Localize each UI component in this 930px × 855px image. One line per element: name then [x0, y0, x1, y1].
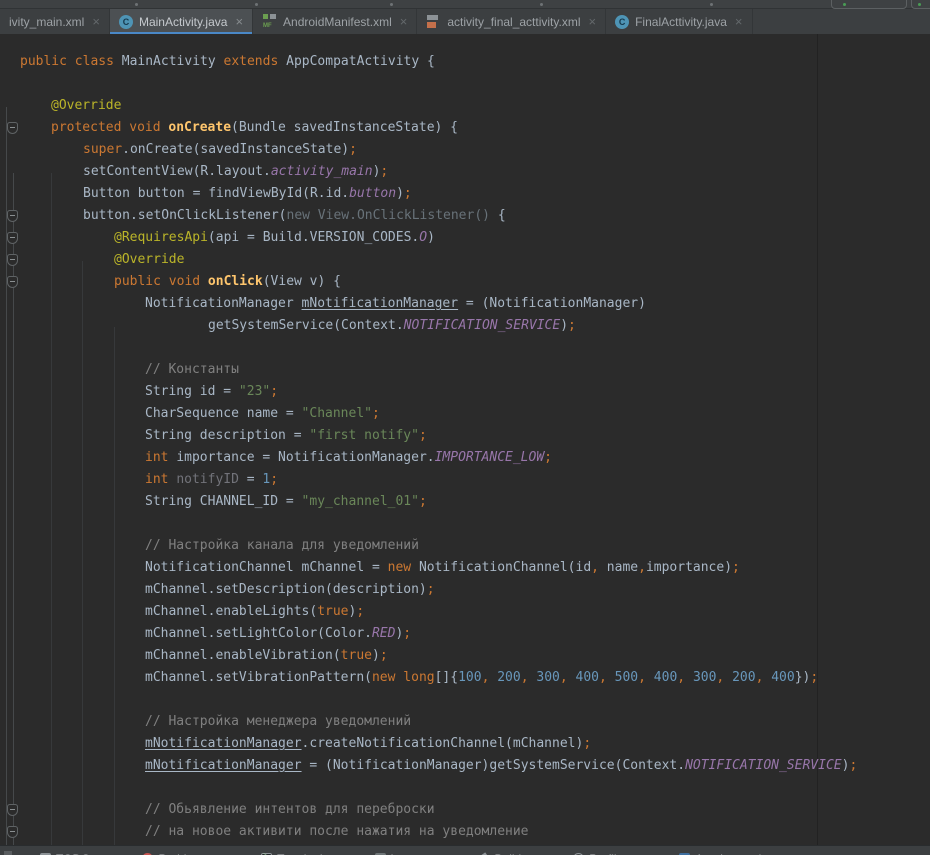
tab-label: activity_final_acttivity.xml	[447, 15, 580, 29]
tool-window-button-build[interactable]: Build	[479, 852, 522, 855]
code-line: String id = "23";	[0, 381, 930, 403]
fold-collapse-icon[interactable]	[7, 210, 18, 222]
code-line: public void onClick(View v) {	[0, 271, 930, 293]
tab-close-icon[interactable]: ×	[92, 15, 100, 28]
tab-close-icon[interactable]: ×	[400, 15, 408, 28]
code-line	[0, 777, 930, 799]
tab-close-icon[interactable]: ×	[235, 15, 243, 28]
editor-tab-activity-final-acttivity-xml[interactable]: activity_final_acttivity.xml ×	[417, 9, 606, 34]
code-line: @Override	[0, 249, 930, 271]
tool-window-button-problems[interactable]: Problems	[142, 852, 209, 855]
code-line: button.setOnClickListener(new View.OnCli…	[0, 205, 930, 227]
code-line: String CHANNEL_ID = "my_channel_01";	[0, 491, 930, 513]
toolbar-icon-fragment	[710, 3, 713, 6]
code-line: mNotificationManager.createNotificationC…	[0, 733, 930, 755]
code-line: @RequiresApi(api = Build.VERSION_CODES.O…	[0, 227, 930, 249]
main-toolbar-strip	[0, 0, 930, 9]
tool-window-button-app-inspection[interactable]: App Inspection	[679, 852, 774, 855]
code-line: mChannel.enableVibration(true);	[0, 645, 930, 667]
code-line: int importance = NotificationManager.IMP…	[0, 447, 930, 469]
editor-tab-ivity-main-xml[interactable]: ivity_main.xml ×	[0, 9, 110, 34]
code-line: int notifyID = 1;	[0, 469, 930, 491]
manifest-icon	[262, 14, 277, 29]
tool-window-icon-fragment	[4, 851, 12, 855]
code-line: // Константы	[0, 359, 930, 381]
code-editor[interactable]: public class MainActivity extends AppCom…	[0, 34, 930, 845]
code-line: mChannel.setVibrationPattern(new long[]{…	[0, 667, 930, 689]
fold-collapse-icon[interactable]	[7, 232, 18, 244]
code-line: String description = "first notify";	[0, 425, 930, 447]
tool-window-label: Build	[495, 852, 522, 855]
code-line: // Обьявление интентов для переброски	[0, 799, 930, 821]
code-line: // Настройка менеджера уведомлений	[0, 711, 930, 733]
code-line: Button button = findViewById(R.id.button…	[0, 183, 930, 205]
code-line: // Настройка канала для уведомлений	[0, 535, 930, 557]
run-icon	[843, 3, 846, 6]
layout-xml-icon	[426, 14, 441, 29]
code-line: mChannel.enableLights(true);	[0, 601, 930, 623]
code-line	[0, 513, 930, 535]
tool-window-button-logcat[interactable]: Logcat	[375, 852, 427, 855]
fold-collapse-icon[interactable]	[7, 276, 18, 288]
code-line: mNotificationManager = (NotificationMana…	[0, 755, 930, 777]
class-icon: C	[119, 15, 133, 29]
tool-window-label: Profiler	[589, 852, 627, 855]
code-line	[0, 337, 930, 359]
editor-tab-finalacttivity-java[interactable]: C FinalActtivity.java ×	[606, 9, 752, 34]
tool-window-label: TODO	[56, 852, 90, 855]
fold-collapse-icon[interactable]	[7, 804, 18, 816]
code-line	[0, 73, 930, 95]
code-line: @Override	[0, 95, 930, 117]
tool-window-button-terminal[interactable]: Terminal	[261, 852, 322, 855]
tab-label: FinalActtivity.java	[635, 15, 727, 29]
fold-collapse-icon[interactable]	[7, 254, 18, 266]
toolbar-icon-fragment	[255, 3, 258, 6]
code-line	[0, 689, 930, 711]
toolbar-icon-fragment	[390, 3, 393, 6]
editor-tab-mainactivity-java[interactable]: C MainActivity.java ×	[110, 9, 253, 34]
tool-window-bar: TODO Problems Terminal Logcat Build Profiler A…	[0, 845, 930, 855]
fold-collapse-icon[interactable]	[7, 122, 18, 134]
code-line: public class MainActivity extends AppCom…	[0, 51, 930, 73]
fold-collapse-icon[interactable]	[7, 826, 18, 838]
toolbar-icon-fragment	[540, 3, 543, 6]
tab-label: ivity_main.xml	[9, 15, 84, 29]
code-line: super.onCreate(savedInstanceState);	[0, 139, 930, 161]
tool-window-button-todo[interactable]: TODO	[40, 852, 90, 855]
tool-window-label: Logcat	[391, 852, 427, 855]
tool-window-label: Problems	[158, 852, 209, 855]
code-line: mChannel.setLightColor(Color.RED);	[0, 623, 930, 645]
code-content: public class MainActivity extends AppCom…	[0, 51, 930, 843]
tab-label: AndroidManifest.xml	[283, 15, 392, 29]
code-line: // на новое активити после нажатия на ув…	[0, 821, 930, 843]
tool-window-label: Terminal	[277, 852, 322, 855]
toolbar-icon-fragment	[135, 3, 138, 6]
code-line: NotificationManager mNotificationManager…	[0, 293, 930, 315]
code-line: NotificationChannel mChannel = new Notif…	[0, 557, 930, 579]
code-line: getSystemService(Context.NOTIFICATION_SE…	[0, 315, 930, 337]
editor-tab-androidmanifest-xml[interactable]: AndroidManifest.xml ×	[253, 9, 417, 34]
editor-tab-bar: ivity_main.xml×CMainActivity.java×Androi…	[0, 9, 930, 35]
tab-label: MainActivity.java	[139, 15, 227, 29]
tool-window-label: App Inspection	[695, 852, 774, 855]
code-line: CharSequence name = "Channel";	[0, 403, 930, 425]
run-icon	[918, 3, 921, 6]
ide-window: ivity_main.xml×CMainActivity.java×Androi…	[0, 0, 930, 855]
code-line: mChannel.setDescription(description);	[0, 579, 930, 601]
class-icon: C	[615, 15, 629, 29]
tab-close-icon[interactable]: ×	[589, 15, 597, 28]
code-line: protected void onCreate(Bundle savedInst…	[0, 117, 930, 139]
tab-close-icon[interactable]: ×	[735, 15, 743, 28]
code-line: setContentView(R.layout.activity_main);	[0, 161, 930, 183]
tool-window-button-profiler[interactable]: Profiler	[573, 852, 627, 855]
